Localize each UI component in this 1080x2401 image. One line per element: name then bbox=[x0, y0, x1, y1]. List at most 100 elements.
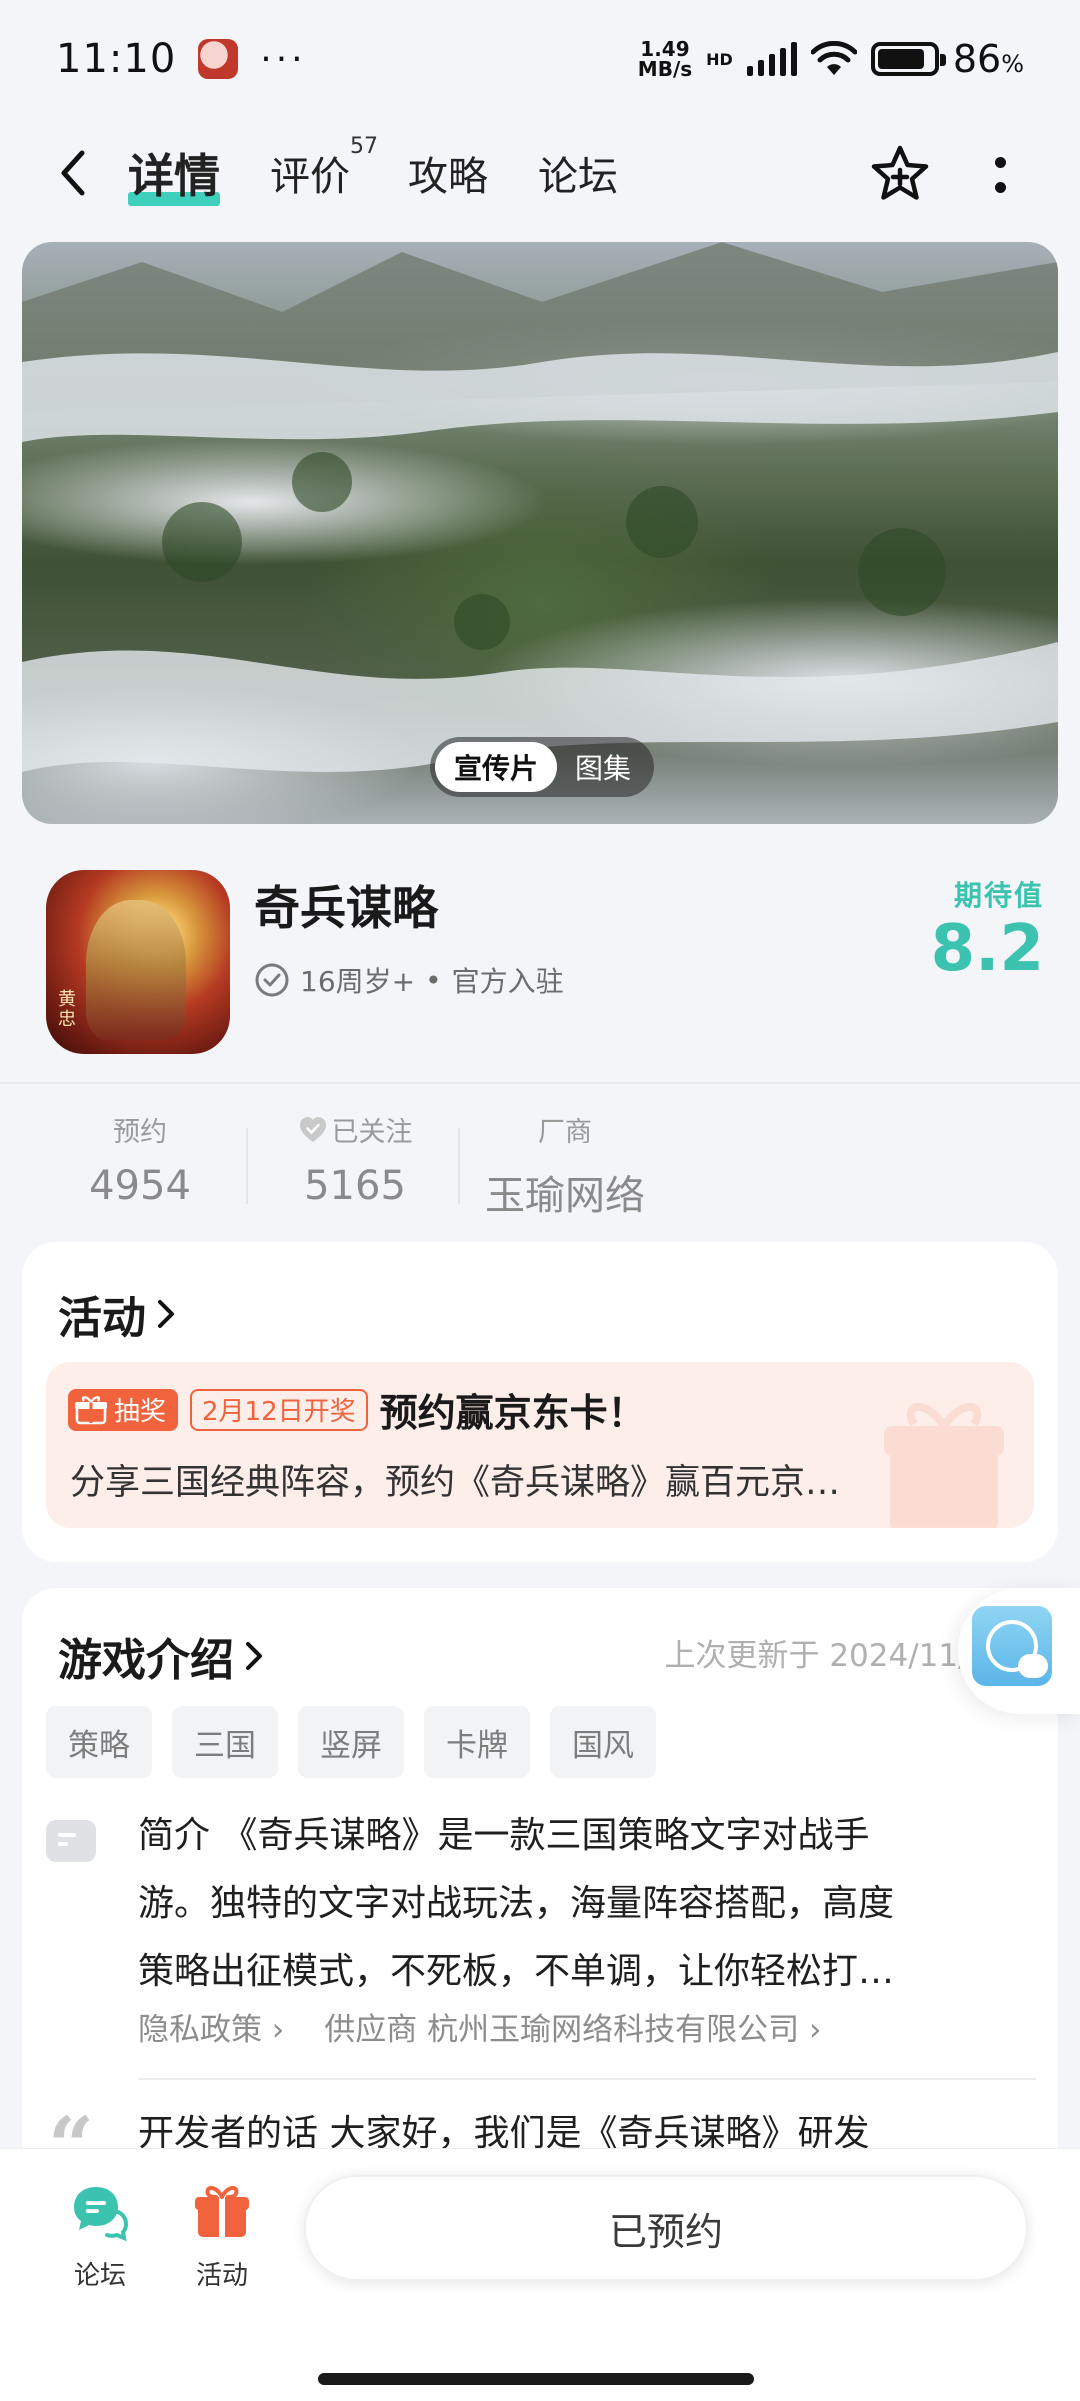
activity-button-label: 活动 bbox=[195, 2261, 248, 2291]
supplier-label: 供应商 杭州玉瑜网络科技有限公司 bbox=[324, 2012, 800, 2048]
home-indicator[interactable] bbox=[318, 2373, 754, 2385]
stat-reservations-value: 4954 bbox=[89, 1163, 191, 1209]
intro-lead: 简介 bbox=[138, 1815, 211, 1856]
gallery-tab[interactable]: 图集 bbox=[557, 742, 649, 792]
event-title: 预约赢京东卡！ bbox=[379, 1391, 646, 1435]
genre-tags: 策略 三国 竖屏 卡牌 国风 bbox=[46, 1706, 656, 1778]
lottery-tag: 抽奖 bbox=[68, 1388, 179, 1431]
stat-developer-label: 厂商 bbox=[538, 1117, 592, 1148]
intro-line-3: 策略出征模式，不死板，不单调，让你轻松打… bbox=[138, 1951, 895, 1992]
heart-check-icon bbox=[299, 1116, 326, 1142]
lottery-tag-label: 抽奖 bbox=[114, 1397, 167, 1427]
gift-watermark-icon bbox=[884, 1403, 1004, 1528]
event-headline: 抽奖 2月12日开奖 预约赢京东卡！ bbox=[68, 1382, 646, 1437]
expectation-label: 期待值 bbox=[953, 879, 1044, 912]
tab-reviews-label: 评价 bbox=[270, 154, 350, 200]
assistant-icon bbox=[972, 1606, 1052, 1686]
intro-line-2: 游。独特的文字对战玩法，海量阵容搭配，高度 bbox=[138, 1883, 895, 1924]
game-header: 黄忠 奇兵谋略 16周岁+ • 官方入驻 期待值 8.2 bbox=[0, 860, 1080, 1080]
header-divider bbox=[0, 1082, 1080, 1084]
tab-guides[interactable]: 攻略 bbox=[408, 118, 488, 228]
tag-portrait[interactable]: 竖屏 bbox=[298, 1706, 404, 1778]
tab-forum-label: 论坛 bbox=[538, 154, 618, 200]
forum-button[interactable]: 论坛 bbox=[50, 2181, 150, 2292]
draw-date-tag: 2月12日开奖 bbox=[190, 1388, 368, 1431]
battery-percent: 86% bbox=[953, 37, 1024, 81]
gift-icon bbox=[75, 1395, 107, 1424]
intro-text: 简介 《奇兵谋略》是一款三国策略文字对战手 游。独特的文字对战玩法，海量阵容搭配… bbox=[138, 1802, 1028, 2006]
tag-card[interactable]: 卡牌 bbox=[424, 1706, 530, 1778]
network-speed-value: 1.49 bbox=[640, 37, 690, 61]
add-favorite-star-icon[interactable] bbox=[868, 143, 932, 207]
chevron-right-icon bbox=[158, 1300, 174, 1328]
stat-reservations-label: 预约 bbox=[113, 1117, 167, 1148]
event-banner[interactable]: 抽奖 2月12日开奖 预约赢京东卡！ 分享三国经典阵容，预约《奇兵谋略》赢百元京… bbox=[46, 1362, 1034, 1528]
network-speed: 1.49 MB/s bbox=[638, 39, 692, 79]
activity-card: 活动 抽奖 2月12日开奖 预约赢京东卡！ 分享三国经典阵容，预约《奇兵谋略》赢… bbox=[22, 1242, 1058, 1562]
privacy-policy-label: 隐私政策 bbox=[138, 2012, 262, 2048]
stat-reservations: 预约 4954 bbox=[70, 1110, 210, 1209]
official-label: 官方入驻 bbox=[451, 965, 564, 998]
intro-divider bbox=[138, 2078, 1036, 2080]
intro-title: 游戏介绍 bbox=[58, 1635, 234, 1686]
age-rating: 16周岁+ bbox=[300, 965, 416, 998]
wifi-icon bbox=[810, 41, 857, 75]
stat-divider bbox=[246, 1128, 248, 1204]
tab-bar: 详情 评价 57 攻略 论坛 bbox=[128, 118, 618, 228]
reviews-count-badge: 57 bbox=[350, 134, 378, 159]
battery-percent-value: 86 bbox=[952, 37, 1002, 81]
battery-icon bbox=[870, 42, 946, 76]
last-updated: 上次更新于 2024/11/29 bbox=[664, 1638, 1008, 1674]
privacy-policy-link[interactable]: 隐私政策 › bbox=[138, 2004, 284, 2049]
activity-title: 活动 bbox=[58, 1293, 146, 1344]
tab-details[interactable]: 详情 bbox=[128, 118, 220, 228]
tab-reviews[interactable]: 评价 57 bbox=[270, 118, 378, 228]
chevron-left-icon bbox=[61, 150, 85, 196]
stat-divider bbox=[458, 1128, 460, 1204]
tab-details-label: 详情 bbox=[128, 149, 220, 203]
floating-assistant-widget[interactable] bbox=[958, 1588, 1080, 1714]
network-speed-unit: MB/s bbox=[637, 57, 693, 81]
tab-forum[interactable]: 论坛 bbox=[538, 118, 618, 228]
battery-fill bbox=[877, 49, 925, 69]
reserved-button[interactable]: 已预约 bbox=[304, 2175, 1028, 2281]
tag-three-kingdoms[interactable]: 三国 bbox=[172, 1706, 278, 1778]
battery-percent-symbol: % bbox=[1001, 50, 1024, 78]
event-description: 分享三国经典阵容，预约《奇兵谋略》赢百元京… bbox=[70, 1463, 841, 1503]
summary-icon bbox=[46, 1820, 96, 1862]
trailer-tab[interactable]: 宣传片 bbox=[435, 742, 557, 792]
game-intro-card: 游戏介绍 上次更新于 2024/11/29 策略 三国 竖屏 卡牌 国风 简介 … bbox=[22, 1588, 1058, 2188]
more-options-icon[interactable] bbox=[980, 143, 1020, 207]
stat-following-label-row: 已关注 bbox=[280, 1110, 430, 1149]
stat-developer-value: 玉瑜网络 bbox=[485, 1173, 645, 1219]
tag-strategy[interactable]: 策略 bbox=[46, 1706, 152, 1778]
game-title: 奇兵谋略 bbox=[254, 881, 438, 935]
activity-button[interactable]: 活动 bbox=[172, 2181, 272, 2292]
stat-developer[interactable]: 厂商 玉瑜网络 bbox=[480, 1110, 650, 1221]
intro-line-1: 《奇兵谋略》是一款三国策略文字对战手 bbox=[221, 1815, 870, 1856]
activity-section-header[interactable]: 活动 bbox=[58, 1282, 180, 1346]
media-type-switch: 宣传片 图集 bbox=[430, 737, 654, 797]
bottom-action-bar: 论坛 活动 已预约 bbox=[0, 2148, 1080, 2401]
gift-icon bbox=[195, 2186, 249, 2237]
hero-video[interactable]: 宣传片 图集 bbox=[22, 242, 1058, 824]
back-button[interactable] bbox=[46, 146, 100, 200]
game-meta: 16周岁+ • 官方入驻 bbox=[254, 960, 564, 1000]
stats-row: 预约 4954 已关注 5165 厂商 玉瑜网络 bbox=[0, 1100, 1080, 1220]
supplier-link[interactable]: 供应商 杭州玉瑜网络科技有限公司 › bbox=[324, 2004, 821, 2049]
top-nav: 详情 评价 57 攻略 论坛 bbox=[0, 118, 1080, 228]
stat-following[interactable]: 已关注 5165 bbox=[280, 1110, 430, 1209]
meta-separator: • bbox=[425, 963, 442, 997]
stat-following-label: 已关注 bbox=[331, 1117, 413, 1148]
cellular-signal-icon bbox=[746, 42, 797, 76]
forum-chat-icon bbox=[74, 2187, 129, 2242]
game-app-icon: 黄忠 bbox=[46, 870, 230, 1054]
more-notifications-icon: ··· bbox=[260, 38, 307, 80]
tag-chinese-style[interactable]: 国风 bbox=[550, 1706, 656, 1778]
hd-indicator: HD bbox=[706, 49, 733, 69]
intro-section-header[interactable]: 游戏介绍 bbox=[58, 1624, 268, 1688]
warrior-figure bbox=[86, 900, 186, 1040]
status-bar: 11:10 ··· 1.49 MB/s HD 86% bbox=[0, 0, 1080, 118]
expectation-value: 8.2 bbox=[930, 912, 1044, 986]
verified-check-icon bbox=[255, 963, 289, 997]
